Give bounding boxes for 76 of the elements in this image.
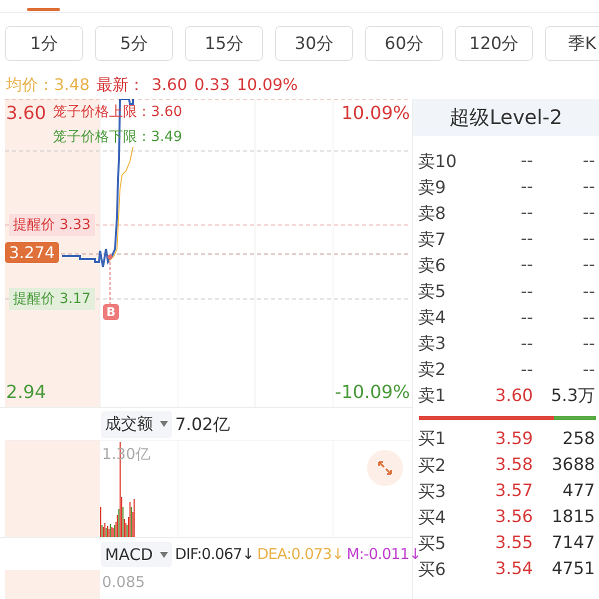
caret-icon [160,552,168,558]
ask-price: -- [520,229,533,250]
ask-price: -- [520,360,533,380]
ask-volume: -- [582,151,595,172]
ask-volume: -- [582,334,595,354]
bid-level: 买2 [418,454,447,477]
period-tab[interactable]: 1分 [5,26,83,61]
latest-price: 3.60 [152,75,188,96]
ask-volume: -- [582,360,595,380]
active-tab-indicator [27,8,60,11]
ask-price: -- [520,203,533,224]
ask-level: 卖4 [418,307,447,330]
ask-price: -- [520,282,533,302]
bid-level: 买1 [418,428,447,450]
bid-price: 3.56 [494,507,533,528]
indicator-dropdown[interactable]: 成交额 [101,410,172,438]
bid-level: 买3 [418,480,447,503]
ask-volume: 5.3万 [550,385,595,408]
turnover-value: 7.02亿 [175,414,230,436]
bid-volume: 4751 [550,559,595,580]
macd-max-label: 0.085 [102,573,145,591]
expand-icon[interactable] [367,450,403,486]
ask-price: -- [520,255,533,276]
bid-price: 3.57 [494,481,533,502]
change-percent: 10.09% [236,75,298,96]
current-price-tag: 3.274 [5,242,59,263]
max-price: 3.60 [6,103,46,124]
ask-volume: -- [582,308,595,328]
bid-volume: 477 [562,481,595,502]
bid-price: 3.54 [494,559,533,580]
bid-price: 3.59 [494,428,533,449]
bid-volume: 1815 [550,507,595,528]
bid-price: 3.55 [494,533,533,554]
bid-price: 3.58 [494,455,533,476]
period-tab[interactable]: 30分 [275,26,353,61]
period-tab[interactable]: 季K [545,26,599,61]
latest-label: 最新： [96,75,145,96]
price-change: 0.33 [194,75,230,96]
caret-icon [160,421,168,428]
period-tab[interactable]: 5分 [95,26,173,61]
max-percent: 10.09% [341,103,410,124]
ask-price: -- [520,177,533,198]
ask-level: 卖1 [418,385,447,408]
ask-level: 卖3 [418,333,447,356]
ask-level: 卖8 [418,202,447,225]
ask-level: 卖2 [418,359,447,382]
min-percent: -10.09% [334,382,410,403]
ask-volume: -- [582,255,595,276]
ask-price: -- [520,334,533,354]
ask-volume: -- [582,282,595,302]
alert-price-tag[interactable]: 提醒价 3.33 [9,214,95,236]
ask-level: 卖5 [418,281,447,304]
dif-value: DIF:0.067↓ [175,545,254,563]
bid-level: 买4 [418,506,447,529]
bid-volume: 3688 [550,455,595,476]
indicator-dropdown[interactable]: MACD [101,542,172,566]
dea-value: DEA:0.073↓ [257,545,344,563]
ask-price: 3.60 [494,386,533,406]
period-tab[interactable]: 60分 [365,26,443,61]
buy-marker: B [103,304,119,320]
ask-volume: -- [582,203,595,224]
ask-level: 卖6 [418,254,447,277]
period-tab[interactable]: 15分 [185,26,263,61]
period-tab[interactable]: 120分 [455,26,533,61]
bid-volume: 258 [562,428,595,449]
ask-volume: -- [582,177,595,198]
order-book-title: 超级Level-2 [413,99,599,136]
ask-price: -- [520,151,533,172]
average-price: 均价：3.48 [6,75,90,96]
min-price: 2.94 [6,382,46,403]
bid-volume: 7147 [550,533,595,554]
ask-level: 卖7 [418,228,447,251]
ask-level: 卖9 [418,176,447,199]
ask-price: -- [520,308,533,328]
ask-level: 卖10 [418,150,458,173]
ask-volume: -- [582,229,595,250]
